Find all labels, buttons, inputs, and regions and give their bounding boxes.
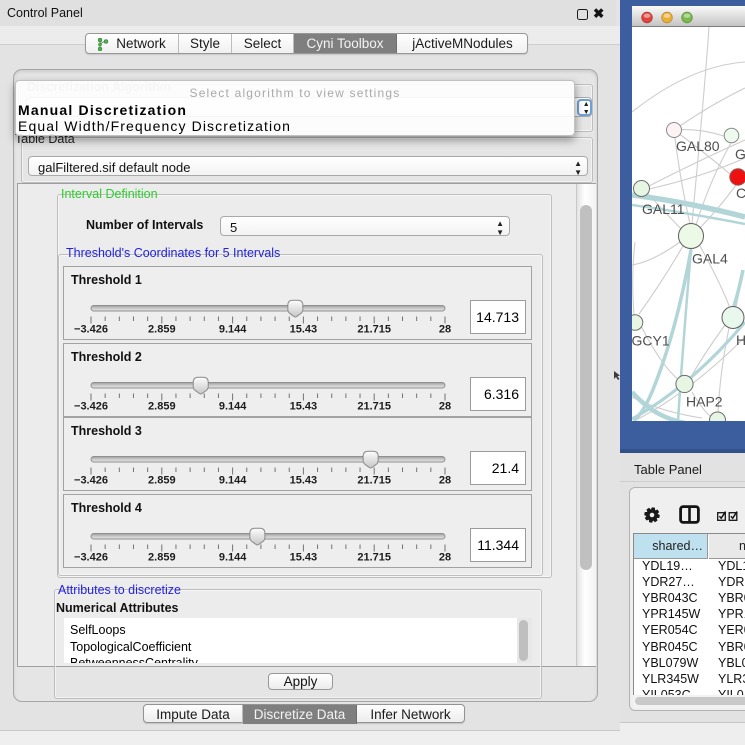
svg-text:28: 28 [439,401,451,413]
svg-text:21.715: 21.715 [357,324,391,336]
svg-text:15.43: 15.43 [290,324,318,336]
svg-text:21.715: 21.715 [357,552,391,564]
svg-text:15.43: 15.43 [290,475,318,487]
svg-text:H: H [736,332,745,348]
svg-text:−3.426: −3.426 [74,552,108,564]
svg-text:9.144: 9.144 [219,324,247,336]
svg-text:9.144: 9.144 [219,401,247,413]
svg-text:2.859: 2.859 [148,552,176,564]
svg-text:15.43: 15.43 [290,552,318,564]
svg-text:2.859: 2.859 [148,401,176,413]
svg-text:GA: GA [735,146,745,162]
svg-text:GAL11: GAL11 [642,201,685,217]
svg-text:21.715: 21.715 [357,475,391,487]
svg-text:28: 28 [439,552,451,564]
svg-text:15.43: 15.43 [290,401,318,413]
svg-text:2.859: 2.859 [148,324,176,336]
svg-text:GAL80: GAL80 [676,138,720,154]
svg-text:28: 28 [439,324,451,336]
svg-text:28: 28 [439,475,451,487]
svg-text:9.144: 9.144 [219,552,247,564]
svg-text:GCY1: GCY1 [632,333,670,349]
svg-text:GAL4: GAL4 [692,251,728,267]
svg-text:HAP2: HAP2 [686,394,723,410]
svg-text:2.859: 2.859 [148,475,176,487]
svg-text:−3.426: −3.426 [74,324,108,336]
svg-text:−3.426: −3.426 [74,401,108,413]
svg-text:C: C [736,185,745,201]
svg-text:9.144: 9.144 [219,475,247,487]
svg-text:21.715: 21.715 [357,401,391,413]
svg-text:−3.426: −3.426 [74,475,108,487]
